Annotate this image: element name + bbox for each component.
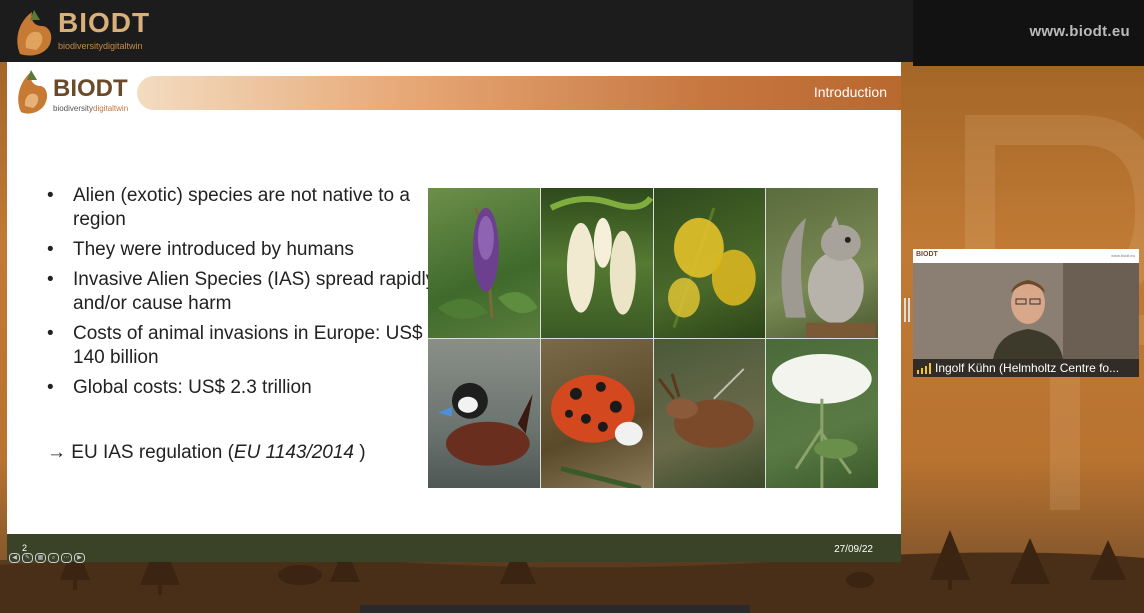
slide-controls: ◀ ✎ ▦ ⌕ ⋯ ▶: [9, 553, 85, 563]
slide-section-title: Introduction: [813, 84, 887, 100]
pen-tool-icon[interactable]: ✎: [22, 553, 33, 563]
bullet-item: Costs of animal invasions in Europe: US$…: [47, 322, 437, 370]
slide-number: 2: [22, 543, 28, 553]
regulation-prefix: → EU IAS regulation (: [47, 442, 234, 463]
slide-brand-tagline-a: biodiversity: [53, 104, 94, 113]
fox-logo-icon: [18, 70, 48, 114]
regulation-note: → EU IAS regulation (EU 1143/2014 ): [47, 442, 366, 464]
tile-shared-slide-strip: BIODT www.biodt.eu: [913, 249, 1139, 263]
photo-black-locust: [540, 188, 653, 338]
ladybird-icon: [550, 374, 643, 488]
slide-brand-tagline: biodiversitydigitaltwin: [53, 104, 128, 113]
slide-header-bar: Introduction: [137, 76, 901, 110]
slide-date: 27/09/22: [834, 544, 873, 555]
zoom-icon[interactable]: ⌕: [48, 553, 59, 563]
photo-harlequin-ladybird: [540, 338, 653, 488]
species-photo-grid: [428, 188, 878, 488]
tile-mini-logo: BIODT: [916, 251, 938, 258]
participant-video-icon: [913, 263, 1139, 359]
participant-name: Ingolf Kühn (Helmholtz Centre fo...: [935, 361, 1120, 375]
tile-mini-url: www.biodt.eu: [1111, 253, 1135, 258]
photo-giant-hogweed: [766, 338, 878, 488]
slide-brand-tagline-b: digitaltwin: [93, 104, 129, 113]
slide-logo: BIODT biodiversitydigitaltwin: [15, 68, 140, 116]
site-url: www.biodt.eu: [1029, 23, 1130, 40]
grey-squirrel-icon: [781, 215, 876, 338]
bullet-item: They were introduced by humans: [47, 238, 437, 262]
panel-resize-handle[interactable]: [904, 298, 910, 322]
banner-brand-tagline: biodiversitydigitaltwin: [58, 41, 143, 51]
participant-name-bar: Ingolf Kühn (Helmholtz Centre fo...: [913, 359, 1139, 377]
ruddy-duck-icon: [438, 382, 533, 466]
photo-goldenrod: [653, 188, 766, 338]
drag-handle-icon: [904, 298, 910, 322]
photo-grey-squirrel: [766, 188, 878, 338]
butterfly-bush-icon: [438, 207, 538, 319]
bullet-item: Invasive Alien Species (IAS) spread rapi…: [47, 268, 437, 316]
photo-butterfly-bush: [428, 188, 540, 338]
regulation-suffix: ): [354, 442, 366, 463]
slide-brand-name: BIODT: [53, 75, 128, 102]
connection-signal-icon: [917, 363, 931, 374]
hogweed-icon: [772, 353, 872, 488]
bullet-item: Global costs: US$ 2.3 trillion: [47, 376, 437, 400]
goldenrod-icon: [667, 207, 756, 329]
participant-video-tile[interactable]: BIODT www.biodt.eu Ingolf Kühn (Helmholt…: [913, 249, 1139, 377]
bullet-list: Alien (exotic) species are not native to…: [47, 184, 437, 406]
banner-brand-name: BIODT: [58, 7, 151, 38]
photo-signal-crayfish: [653, 338, 766, 488]
previous-slide-icon[interactable]: ◀: [9, 553, 20, 563]
more-options-icon[interactable]: ⋯: [61, 553, 72, 563]
slides-grid-icon[interactable]: ▦: [35, 553, 46, 563]
regulation-reference: EU 1143/2014: [233, 442, 354, 463]
black-locust-flower-icon: [549, 195, 653, 315]
photo-ruddy-duck: [428, 338, 540, 488]
slide-footer: 2 ◀ ✎ ▦ ⌕ ⋯ ▶ 27/09/22: [7, 534, 901, 563]
crayfish-icon: [657, 367, 754, 448]
top-banner-right: www.biodt.eu: [913, 0, 1144, 66]
next-slide-icon[interactable]: ▶: [74, 553, 85, 563]
presentation-slide: Introduction BIODT biodiversitydigitaltw…: [7, 62, 901, 563]
bullet-item: Alien (exotic) species are not native to…: [47, 184, 437, 232]
